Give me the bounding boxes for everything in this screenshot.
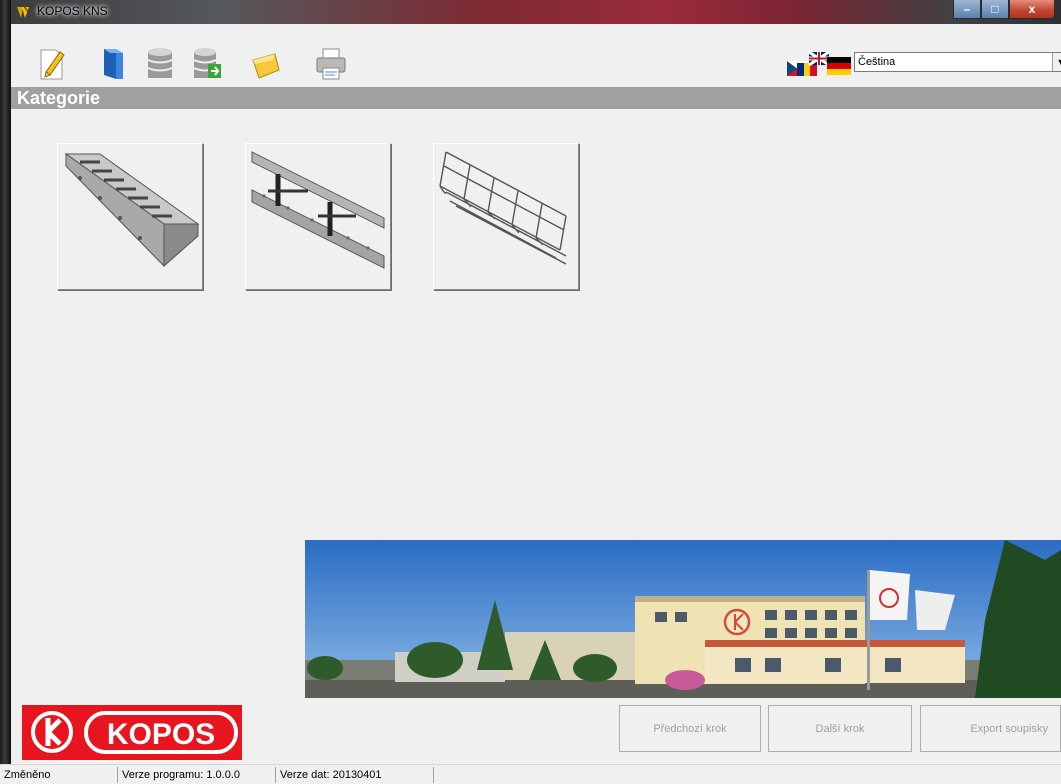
- category-header: Kategorie: [11, 87, 1061, 109]
- status-bar: Změněno Verze programu: 1.0.0.0 Verze da…: [0, 764, 1061, 784]
- kopos-logo: KOPOS: [22, 705, 242, 760]
- category-cable-ladder[interactable]: [245, 143, 391, 290]
- language-select[interactable]: Čeština ▼: [854, 52, 1061, 72]
- maximize-icon: □: [991, 2, 999, 16]
- toolbar: Čeština ▼: [11, 41, 1061, 87]
- status-data-version: Verze dat: 20130401: [278, 767, 434, 783]
- app-icon: [17, 5, 29, 18]
- page-title: Kategorie: [17, 88, 101, 108]
- logo-text: KOPOS: [107, 718, 215, 751]
- close-icon: x: [1028, 2, 1036, 16]
- print-icon[interactable]: [314, 46, 348, 82]
- database-icon[interactable]: [143, 46, 177, 82]
- open-icon[interactable]: [96, 46, 130, 82]
- export-list-button[interactable]: Export soupisky: [920, 705, 1061, 752]
- wire-mesh-tray-icon: [439, 151, 567, 265]
- next-step-button[interactable]: Další krok: [768, 705, 912, 752]
- close-button[interactable]: x: [1009, 0, 1055, 19]
- category-perforated-tray[interactable]: [57, 143, 203, 290]
- previous-step-button[interactable]: Předchozí krok: [619, 705, 761, 752]
- minimize-icon: –: [963, 2, 971, 16]
- language-flags-icon: [787, 50, 851, 76]
- maximize-button[interactable]: □: [981, 0, 1009, 19]
- company-building-photo: [305, 540, 1061, 698]
- chevron-down-icon[interactable]: ▼: [1052, 53, 1061, 71]
- status-changed: Změněno: [2, 767, 118, 783]
- title-bar[interactable]: KOPOS KNS – □ x: [11, 0, 1061, 24]
- new-icon[interactable]: [34, 46, 68, 82]
- category-wire-mesh-tray[interactable]: [433, 143, 579, 290]
- language-select-value: Čeština: [858, 56, 896, 68]
- database-export-icon[interactable]: [190, 46, 224, 82]
- cable-ladder-icon: [251, 151, 385, 269]
- window-title: KOPOS KNS: [37, 4, 108, 18]
- perforated-cable-tray-icon: [64, 153, 200, 268]
- minimize-button[interactable]: –: [953, 0, 981, 19]
- tag-icon[interactable]: [249, 46, 283, 82]
- status-program-version: Verze programu: 1.0.0.0: [120, 767, 276, 783]
- window-frame-left: [0, 0, 11, 783]
